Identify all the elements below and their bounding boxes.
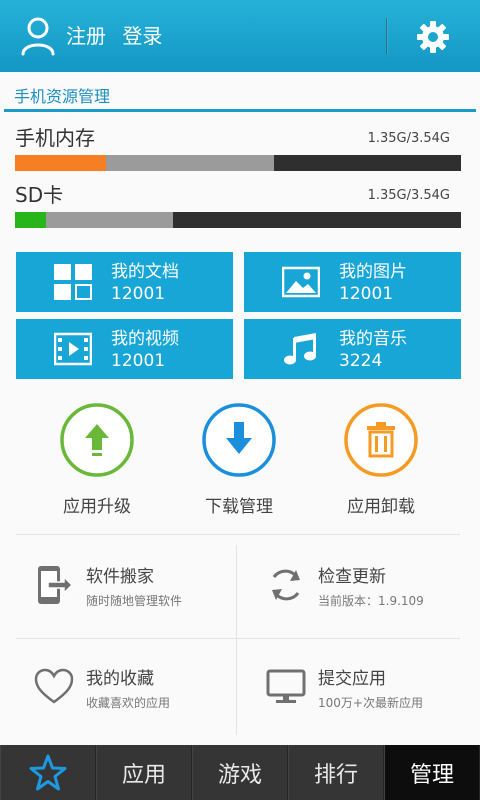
feature-submit-app[interactable]: 提交应用 100万+次最新应用	[252, 644, 472, 738]
nav-apps[interactable]: 应用	[96, 745, 192, 800]
app-uninstall-button[interactable]: 应用卸载	[321, 402, 441, 517]
tile-my-pictures[interactable]: 我的图片 12001	[244, 252, 461, 312]
top-header: 注册 登录	[0, 0, 480, 72]
monitor-icon	[266, 669, 306, 703]
action-label: 应用卸载	[347, 497, 415, 517]
feature-title: 我的收藏	[86, 669, 154, 689]
refresh-icon	[272, 569, 300, 601]
feature-check-update[interactable]: 检查更新 当前版本：1.9.109	[252, 542, 472, 636]
tile-count: 12001	[339, 284, 394, 304]
feature-subtitle: 100万+次最新应用	[318, 696, 423, 710]
section-divider	[4, 109, 476, 112]
tile-my-documents[interactable]: 我的文档 12001	[16, 252, 233, 312]
tile-count: 12001	[111, 284, 166, 304]
feature-title: 软件搬家	[86, 567, 154, 587]
tile-count: 12001	[111, 351, 166, 371]
feature-favorites[interactable]: 我的收藏 收藏喜欢的应用	[20, 644, 240, 738]
feature-subtitle: 收藏喜欢的应用	[86, 696, 171, 710]
register-link[interactable]: 注册	[66, 24, 106, 48]
tile-my-videos[interactable]: 我的视频 12001	[16, 319, 233, 379]
phone-move-icon	[38, 566, 74, 604]
nav-manage[interactable]: 管理	[384, 745, 480, 800]
feature-subtitle: 随时随地管理软件	[86, 594, 183, 608]
trash-icon	[344, 403, 418, 477]
section-title: 手机资源管理	[14, 87, 111, 106]
tile-name: 我的图片	[339, 262, 407, 282]
feature-software-move[interactable]: 软件搬家 随时随地管理软件	[20, 542, 240, 636]
phone-memory-bar	[15, 155, 461, 171]
sd-card-used	[15, 212, 47, 228]
bottom-nav: 应用 游戏 排行 管理	[0, 745, 480, 800]
star-icon	[29, 754, 67, 790]
arrow-up-icon	[60, 403, 134, 477]
tile-name: 我的视频	[111, 329, 179, 349]
nav-favorites[interactable]	[0, 745, 96, 800]
nav-ranking[interactable]: 排行	[288, 745, 384, 800]
app-upgrade-button[interactable]: 应用升级	[37, 402, 157, 517]
grid-icon	[54, 264, 92, 300]
music-icon	[284, 333, 316, 365]
feature-title: 检查更新	[318, 567, 386, 587]
heart-icon	[34, 668, 74, 704]
sd-card-label: SD卡	[15, 183, 64, 207]
auth-links: 注册 登录	[66, 22, 172, 50]
action-label: 下载管理	[205, 497, 273, 517]
user-icon[interactable]	[20, 16, 56, 56]
phone-memory-value: 1.35G/3.54G	[367, 131, 450, 146]
divider	[16, 534, 460, 535]
phone-memory-used	[15, 155, 107, 171]
header-divider	[386, 18, 388, 54]
video-icon	[54, 332, 92, 366]
login-link[interactable]: 登录	[122, 24, 162, 48]
tile-count: 3224	[339, 351, 383, 371]
arrow-down-icon	[202, 403, 276, 477]
feature-title: 提交应用	[318, 669, 386, 689]
image-icon	[282, 266, 320, 298]
tile-name: 我的音乐	[339, 329, 407, 349]
divider	[16, 638, 460, 639]
download-manager-button[interactable]: 下载管理	[179, 402, 299, 517]
gear-icon[interactable]	[416, 20, 450, 54]
tile-my-music[interactable]: 我的音乐 3224	[244, 319, 461, 379]
sd-card-bar	[15, 212, 461, 228]
phone-memory-label: 手机内存	[15, 126, 95, 150]
feature-subtitle: 当前版本：1.9.109	[318, 594, 424, 608]
nav-games[interactable]: 游戏	[192, 745, 288, 800]
tile-name: 我的文档	[111, 262, 179, 282]
action-label: 应用升级	[63, 497, 131, 517]
sd-card-value: 1.35G/3.54G	[367, 188, 450, 203]
